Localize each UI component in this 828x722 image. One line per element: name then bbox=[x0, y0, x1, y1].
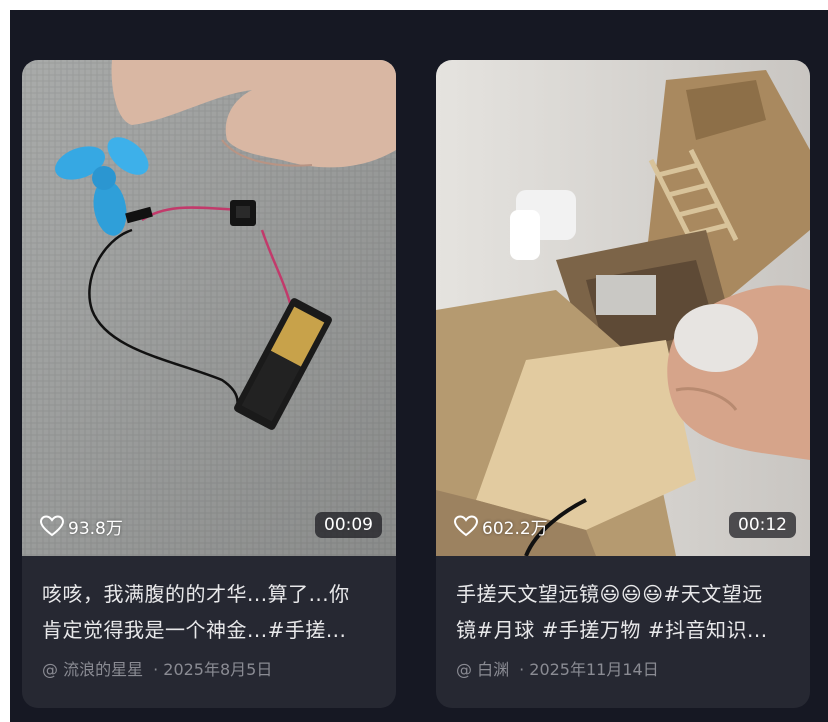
like-count[interactable]: 93.8万 bbox=[40, 512, 123, 540]
video-meta: @ 流浪的星星 · 2025年8月5日 bbox=[42, 656, 272, 680]
publish-date: · 2025年11月14日 bbox=[519, 660, 659, 679]
caption-line: 咳咳，我满腹的的才华...算了...你 bbox=[42, 582, 350, 606]
heart-outline-icon bbox=[40, 515, 64, 537]
caption-line: 肯定觉得我是一个神金...#手搓... bbox=[42, 618, 347, 642]
like-count[interactable]: 602.2万 bbox=[454, 512, 548, 540]
author-name[interactable]: @ 流浪的星星 bbox=[42, 656, 143, 680]
feed-container: 93.8万 00:09 咳咳，我满腹的的才华...算了...你 肯定觉得我是一个… bbox=[10, 10, 828, 722]
author-name[interactable]: @ 白渊 bbox=[456, 656, 509, 680]
video-duration-badge: 00:09 bbox=[315, 512, 382, 538]
caption-line: 手搓天文望远镜😃😃😃#天文望远 bbox=[456, 582, 763, 606]
like-count-text: 602.2万 bbox=[482, 518, 548, 539]
caption-line: 镜#月球 #手搓万物 #抖音知识... bbox=[456, 618, 768, 642]
video-caption[interactable]: 咳咳，我满腹的的才华...算了...你 肯定觉得我是一个神金...#手搓... bbox=[42, 576, 380, 648]
video-meta: @ 白渊 · 2025年11月14日 bbox=[456, 656, 659, 680]
video-duration-badge: 00:12 bbox=[729, 512, 796, 538]
video-card[interactable]: 602.2万 00:12 手搓天文望远镜😃😃😃#天文望远 镜#月球 #手搓万物 … bbox=[436, 60, 810, 708]
video-card[interactable]: 93.8万 00:09 咳咳，我满腹的的才华...算了...你 肯定觉得我是一个… bbox=[22, 60, 396, 708]
heart-outline-icon bbox=[454, 515, 478, 537]
video-thumbnail[interactable]: 602.2万 00:12 bbox=[436, 60, 810, 556]
like-count-text: 93.8万 bbox=[68, 518, 123, 539]
publish-date: · 2025年8月5日 bbox=[153, 660, 273, 679]
video-caption[interactable]: 手搓天文望远镜😃😃😃#天文望远 镜#月球 #手搓万物 #抖音知识... bbox=[456, 576, 794, 648]
video-thumbnail[interactable]: 93.8万 00:09 bbox=[22, 60, 396, 556]
